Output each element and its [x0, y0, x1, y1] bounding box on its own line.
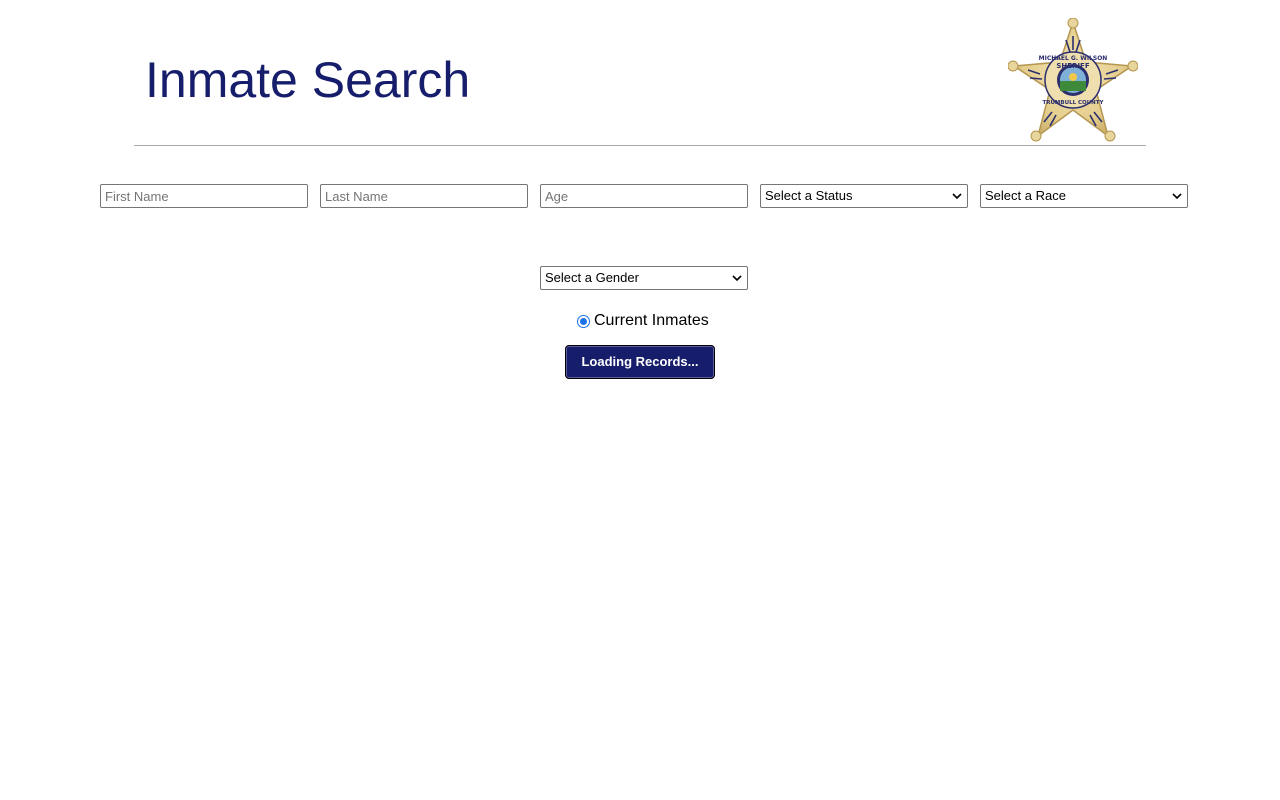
header-divider — [134, 145, 1146, 146]
sheriff-star-badge-icon: MICHAEL G. WILSON SHERIFF TRUMBULL COUNT… — [1008, 18, 1138, 142]
badge-middle-text: SHERIFF — [1056, 62, 1089, 70]
first-name-input[interactable] — [100, 184, 308, 208]
badge-bottom-text: TRUMBULL COUNTY — [1042, 100, 1104, 106]
loading-records-button[interactable]: Loading Records... — [565, 345, 715, 379]
age-input[interactable] — [540, 184, 748, 208]
gender-select-value: Select a Gender — [545, 270, 639, 285]
current-inmates-label: Current Inmates — [594, 312, 709, 329]
race-select-value: Select a Race — [985, 188, 1066, 203]
race-select[interactable]: Select a Race — [980, 184, 1188, 208]
last-name-input[interactable] — [320, 184, 528, 208]
status-select-value: Select a Status — [765, 188, 853, 203]
chevron-down-icon — [732, 275, 742, 282]
status-select[interactable]: Select a Status — [760, 184, 968, 208]
page-title: Inmate Search — [145, 52, 471, 108]
gender-select[interactable]: Select a Gender — [540, 266, 748, 290]
chevron-down-icon — [1172, 193, 1182, 200]
current-inmates-option[interactable]: Current Inmates — [576, 311, 709, 331]
inmate-search-page: Inmate Search MICHAEL G. WILSON SHERIFF … — [0, 0, 1280, 800]
badge-top-text: MICHAEL G. WILSON — [1039, 55, 1108, 62]
current-inmates-radio[interactable] — [577, 314, 590, 328]
chevron-down-icon — [952, 193, 962, 200]
